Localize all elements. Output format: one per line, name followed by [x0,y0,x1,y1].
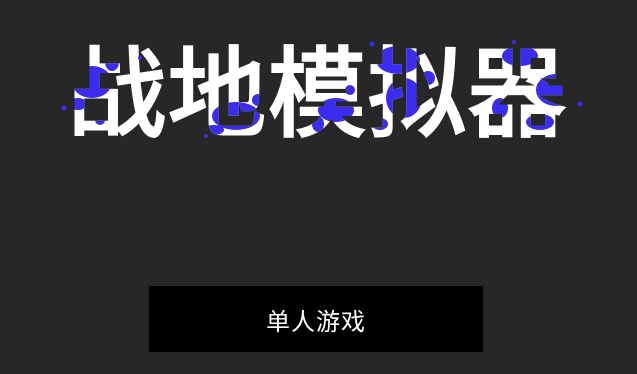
game-title-logo: 战地模拟器 战地模拟器 [0,0,637,160]
game-title-text: 战地模拟器 [68,38,568,152]
single-player-button[interactable]: 单人游戏 [149,286,483,352]
single-player-label: 单人游戏 [266,307,366,336]
game-title-svg: 战地模拟器 战地模拟器 [61,38,583,152]
main-menu-screen: 战地模拟器 战地模拟器 单人游戏 [0,0,637,374]
